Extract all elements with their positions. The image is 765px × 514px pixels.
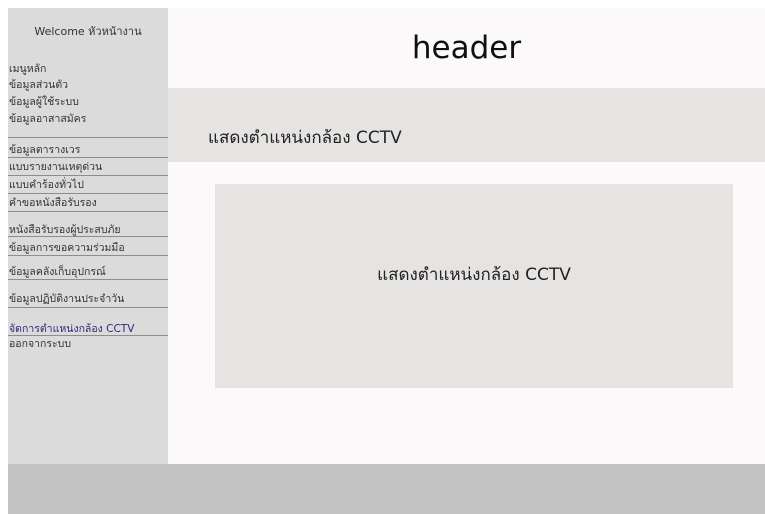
cctv-map-panel: แสดงตำแหน่งกล้อง CCTV bbox=[215, 184, 733, 388]
sidebar-item-equipment-storage[interactable]: ข้อมูลคลังเก็บอุปกรณ์ bbox=[8, 257, 168, 280]
welcome-text: Welcome หัวหน้างาน bbox=[34, 25, 142, 38]
sidebar-item-logout[interactable]: ออกจากระบบ bbox=[8, 338, 168, 351]
sidebar-item-volunteers[interactable]: ข้อมูลอาสาสมัคร bbox=[8, 113, 168, 138]
footer bbox=[8, 464, 765, 514]
header-title: header bbox=[411, 30, 522, 66]
sidebar-item-certificate-request[interactable]: คำขอหนังสือรับรอง bbox=[8, 195, 168, 212]
main-content: header แสดงตำแหน่งกล้อง CCTV แสดงตำแหน่ง… bbox=[168, 8, 765, 464]
sidebar-item-main-menu[interactable]: เมนูหลัก bbox=[8, 63, 168, 76]
cctv-panel-label: แสดงตำแหน่งกล้อง CCTV bbox=[377, 264, 571, 285]
sidebar-item-urgent-report[interactable]: แบบรายงานเหตุด่วน bbox=[8, 159, 168, 176]
page-title: แสดงตำแหน่งกล้อง CCTV bbox=[208, 128, 402, 148]
sidebar-item-shift-schedule[interactable]: ข้อมูลตารางเวร bbox=[8, 140, 168, 158]
header: header bbox=[168, 8, 765, 88]
sidebar-item-victim-certificate[interactable]: หนังสือรับรองผู้ประสบภัย bbox=[8, 213, 168, 237]
page-title-band: แสดงตำแหน่งกล้อง CCTV bbox=[168, 88, 765, 162]
sidebar-item-cooperation-request[interactable]: ข้อมูลการขอความร่วมมือ bbox=[8, 238, 168, 256]
sidebar-item-manage-cctv[interactable]: จัดการตำแหน่งกล้อง CCTV bbox=[8, 309, 168, 336]
sidebar-item-personal-info[interactable]: ข้อมูลส่วนตัว bbox=[8, 79, 168, 92]
sidebar-item-general-request[interactable]: แบบคำร้องทั่วไป bbox=[8, 177, 168, 194]
sidebar-item-daily-operations[interactable]: ข้อมูลปฏิบัติงานประจำวัน bbox=[8, 281, 168, 308]
sidebar: Welcome หัวหน้างาน เมนูหลัก ข้อมูลส่วนตั… bbox=[8, 8, 168, 464]
sidebar-item-system-users[interactable]: ข้อมูลผู้ใช้ระบบ bbox=[8, 96, 168, 109]
